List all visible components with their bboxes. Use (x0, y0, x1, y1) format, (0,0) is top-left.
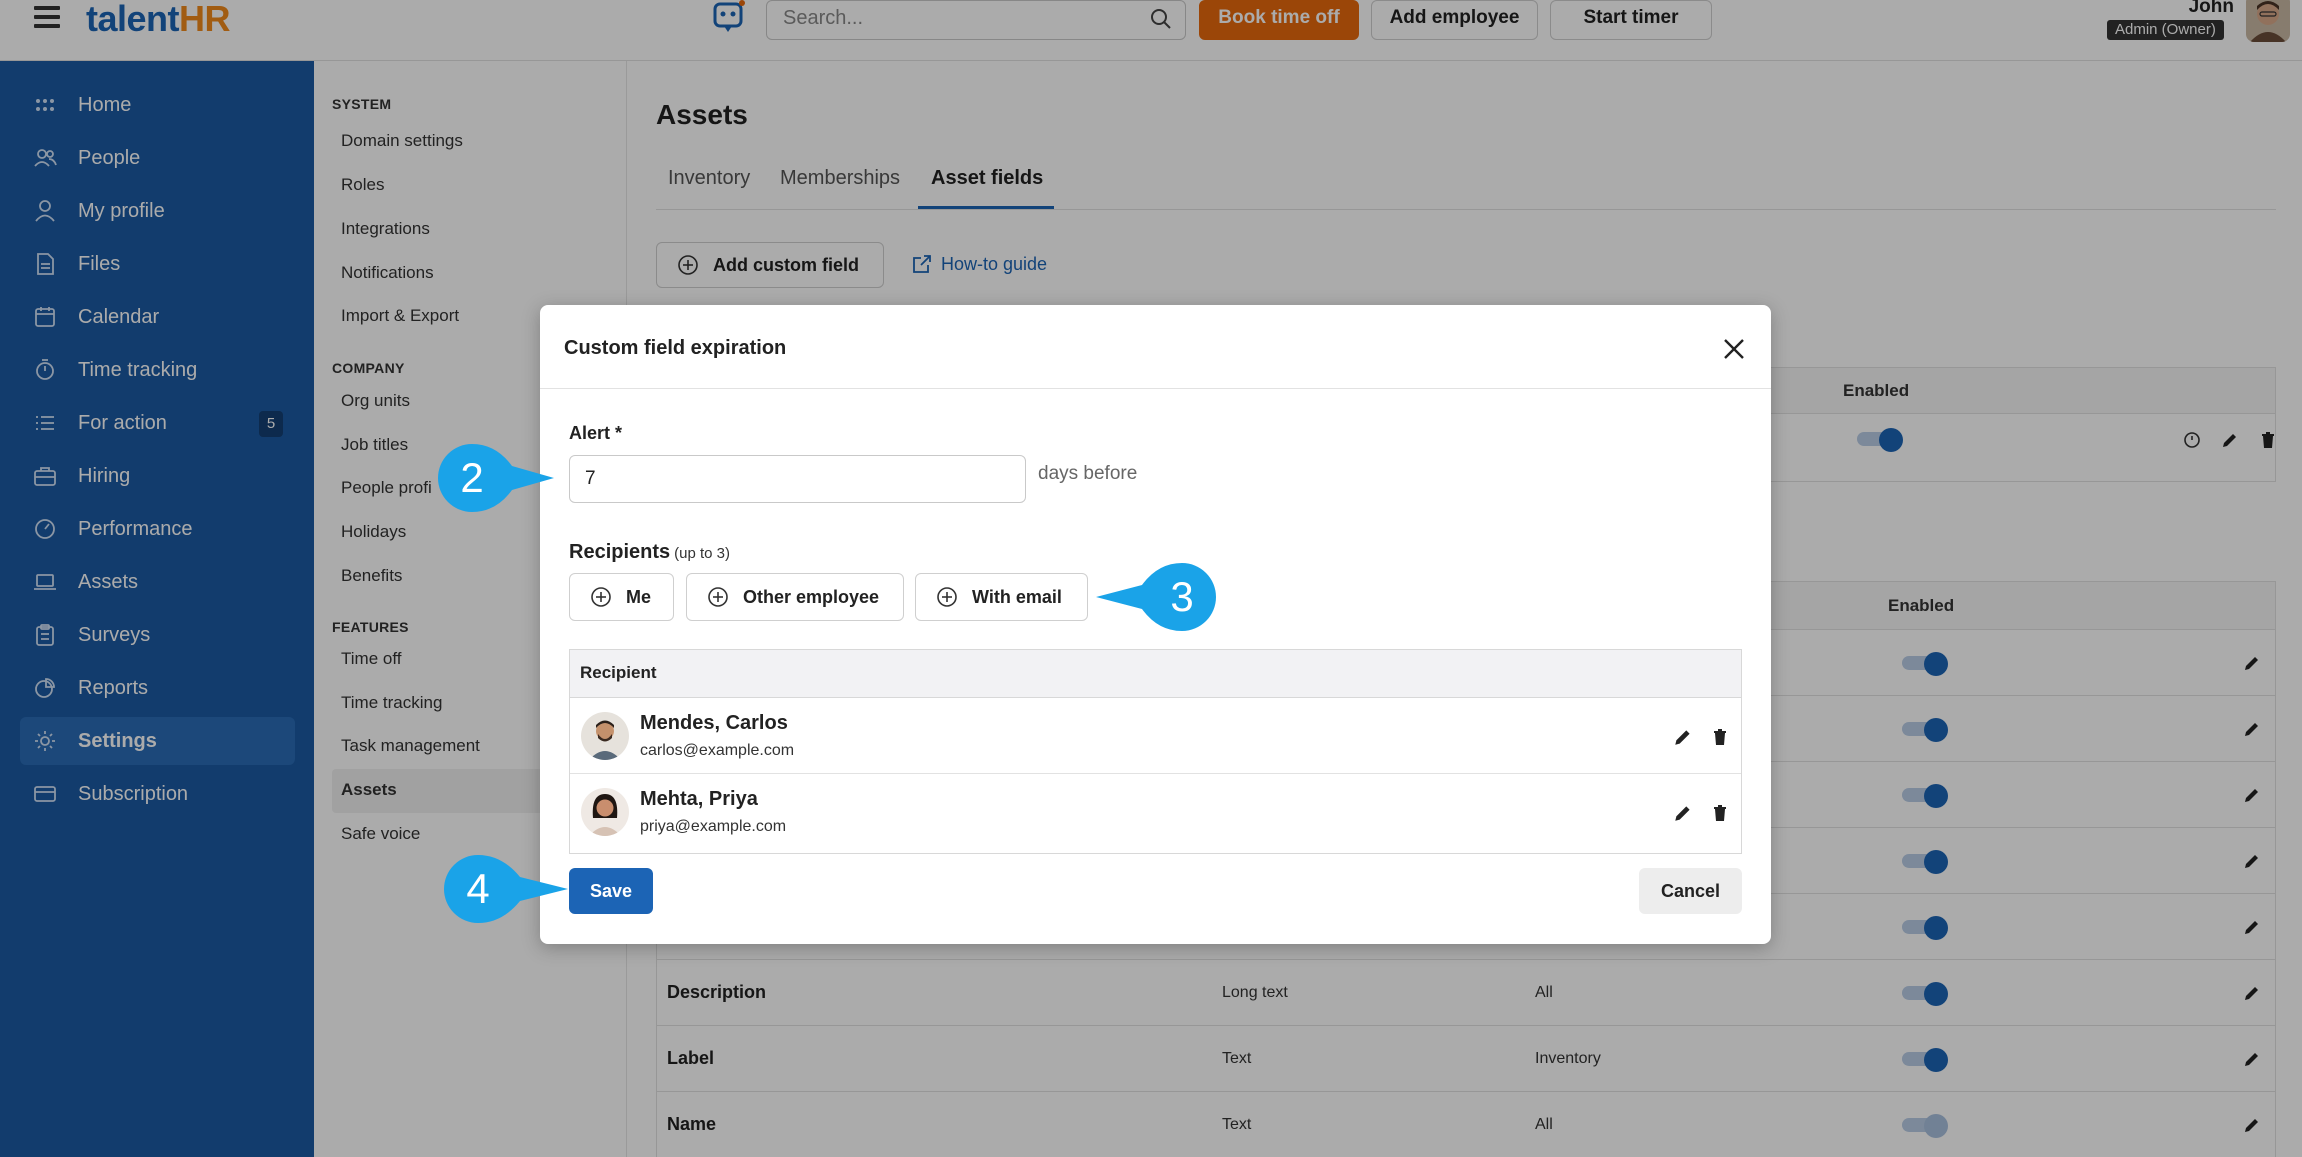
recipients-table: Recipient Mendes, Carlos carlos@example.… (569, 649, 1742, 854)
recipient-email: priya@example.com (640, 818, 787, 835)
recipient-column-header: Recipient (580, 663, 657, 682)
step-callout-4: 4 (442, 853, 570, 925)
edit-icon[interactable] (1672, 726, 1694, 748)
trash-icon[interactable] (1710, 726, 1730, 748)
add-with-email-button[interactable]: With email (915, 573, 1088, 621)
days-before-label: days before (1038, 463, 1138, 484)
avatar (581, 788, 629, 836)
dialog-divider (540, 388, 1771, 389)
save-button[interactable]: Save (569, 868, 653, 914)
add-with-email-label: With email (972, 586, 1062, 607)
trash-icon[interactable] (1710, 802, 1730, 824)
step-callout-3: 3 (1094, 561, 1218, 633)
add-other-employee-button[interactable]: Other employee (686, 573, 904, 621)
plus-circle-icon (591, 587, 611, 607)
step-callout-2: 2 (436, 442, 556, 514)
recipient-email: carlos@example.com (640, 742, 795, 759)
plus-circle-icon (937, 587, 957, 607)
cancel-button[interactable]: Cancel (1639, 868, 1742, 914)
table-row: Mehta, Priya priya@example.com (570, 774, 1741, 850)
table-header: Recipient (570, 650, 1741, 698)
add-other-employee-label: Other employee (743, 586, 880, 607)
edit-icon[interactable] (1672, 802, 1694, 824)
dialog-title: Custom field expiration (564, 337, 787, 359)
close-icon[interactable] (1720, 335, 1748, 363)
alert-label: Alert * (569, 423, 623, 443)
recipient-name: Mehta, Priya (640, 788, 758, 810)
add-me-button[interactable]: Me (569, 573, 674, 621)
recipient-name: Mendes, Carlos (640, 712, 788, 734)
recipients-label: Recipients (up to 3) (569, 541, 731, 563)
avatar (581, 712, 629, 760)
table-row: Mendes, Carlos carlos@example.com (570, 698, 1741, 774)
recipients-hint: (up to 3) (674, 545, 731, 562)
add-me-label: Me (626, 586, 652, 607)
plus-circle-icon (708, 587, 728, 607)
alert-days-input[interactable] (569, 455, 1026, 503)
